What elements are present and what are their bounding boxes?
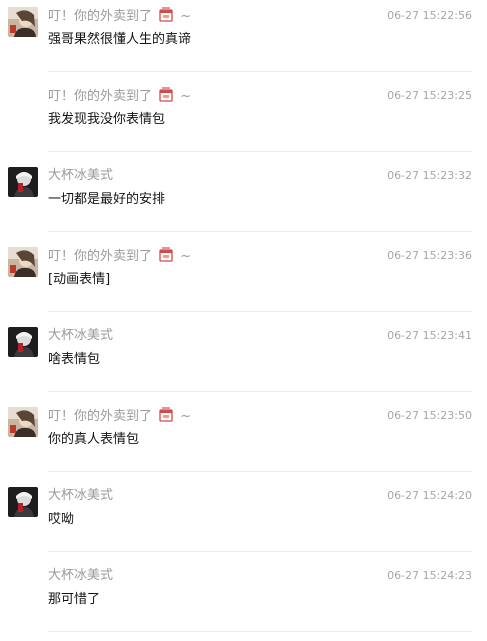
sender-name: 大杯冰美式 (48, 168, 114, 183)
divider (48, 311, 472, 312)
girl-avatar[interactable] (8, 247, 38, 277)
bubble-tea-icon (158, 87, 174, 103)
message-text: 你的真人表情包 (48, 432, 140, 447)
message-text: 哎呦 (48, 512, 75, 527)
message-time: 06-27 15:23:36 (387, 249, 472, 262)
girl-avatar[interactable] (8, 407, 38, 437)
message-text: 啥表情包 (48, 352, 101, 367)
divider (48, 391, 472, 392)
divider (48, 631, 472, 632)
message-item[interactable]: 大杯冰美式 06-27 15:23:32 一切都是最好的安排 (0, 160, 487, 240)
message-item[interactable]: 叮！你的外卖到了 ~ 06-27 15:23:50 你的真人表情包 (0, 400, 487, 480)
message-item[interactable]: 叮！你的外卖到了 ~ 06-27 15:23:25 我发现我没你表情包 (0, 80, 487, 160)
divider (48, 71, 472, 72)
divider (48, 551, 472, 552)
message-time: 06-27 15:23:25 (387, 89, 472, 102)
chat-history-list: 叮！你的外卖到了 ~ 06-27 15:22:56 强哥果然很懂人生的真谛 叮！… (0, 0, 487, 641)
sender-name: 叮！你的外卖到了 ~ (48, 87, 192, 104)
message-item[interactable]: 大杯冰美式 06-27 15:24:23 那可惜了 (0, 560, 487, 640)
message-text: 我发现我没你表情包 (48, 112, 166, 127)
message-text: 一切都是最好的安排 (48, 192, 166, 207)
girl-avatar[interactable] (8, 7, 38, 37)
sender-name: 大杯冰美式 (48, 488, 114, 503)
message-time: 06-27 15:24:23 (387, 569, 472, 582)
message-text: [动画表情] (48, 272, 111, 287)
divider (48, 231, 472, 232)
message-time: 06-27 15:23:50 (387, 409, 472, 422)
divider (48, 151, 472, 152)
sender-name: 大杯冰美式 (48, 328, 114, 343)
message-item[interactable]: 叮！你的外卖到了 ~ 06-27 15:23:36 [动画表情] (0, 240, 487, 320)
divider (48, 471, 472, 472)
sender-name: 叮！你的外卖到了 ~ (48, 407, 192, 424)
message-item[interactable]: 叮！你的外卖到了 ~ 06-27 15:22:56 强哥果然很懂人生的真谛 (0, 0, 487, 80)
message-time: 06-27 15:23:32 (387, 169, 472, 182)
message-text: 那可惜了 (48, 592, 101, 607)
bubble-tea-icon (158, 7, 174, 23)
dark-avatar[interactable] (8, 167, 38, 197)
message-item[interactable]: 大杯冰美式 06-27 15:24:20 哎呦 (0, 480, 487, 560)
message-time: 06-27 15:22:56 (387, 9, 472, 22)
message-item[interactable]: 大杯冰美式 06-27 15:23:41 啥表情包 (0, 320, 487, 400)
dark-avatar[interactable] (8, 487, 38, 517)
bubble-tea-icon (158, 247, 174, 263)
message-text: 强哥果然很懂人生的真谛 (48, 32, 192, 47)
message-time: 06-27 15:24:20 (387, 489, 472, 502)
sender-name: 叮！你的外卖到了 ~ (48, 247, 192, 264)
bubble-tea-icon (158, 407, 174, 423)
sender-name: 叮！你的外卖到了 ~ (48, 7, 192, 24)
dark-avatar[interactable] (8, 327, 38, 357)
sender-name: 大杯冰美式 (48, 568, 114, 583)
message-time: 06-27 15:23:41 (387, 329, 472, 342)
